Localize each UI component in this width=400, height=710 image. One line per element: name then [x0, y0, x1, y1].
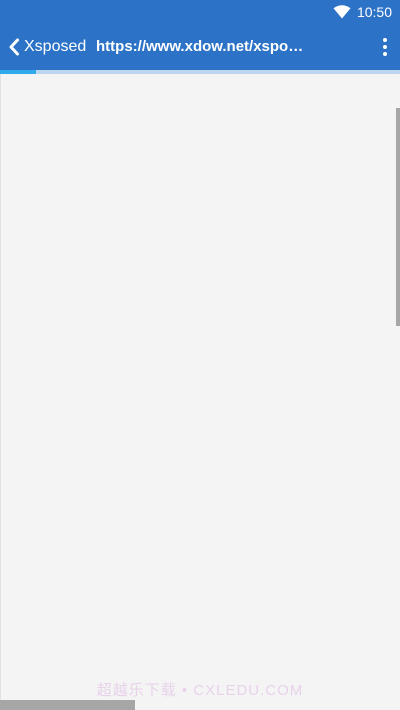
watermark: 超越乐下载 • CXLEDU.COM — [96, 682, 304, 699]
vertical-scrollbar[interactable] — [396, 108, 400, 326]
status-time: 10:50 — [356, 4, 392, 20]
web-content-area[interactable] — [0, 74, 400, 710]
status-bar: 10:50 — [0, 0, 400, 24]
app-bar: Xsposed https://www.xdow.net/xsposed/ — [0, 24, 400, 70]
back-button[interactable]: Xsposed — [8, 35, 86, 59]
page-url[interactable]: https://www.xdow.net/xsposed/ — [96, 38, 306, 55]
more-vert-icon[interactable] — [376, 35, 394, 59]
status-icons: 10:50 — [333, 4, 392, 20]
browser-screen: 10:50 Xsposed https://www.xdow.net/xspos… — [0, 0, 400, 710]
back-label: Xsposed — [24, 38, 87, 55]
chevron-left-icon — [8, 38, 20, 56]
horizontal-scrollbar[interactable] — [0, 700, 135, 710]
wifi-icon — [333, 5, 351, 19]
